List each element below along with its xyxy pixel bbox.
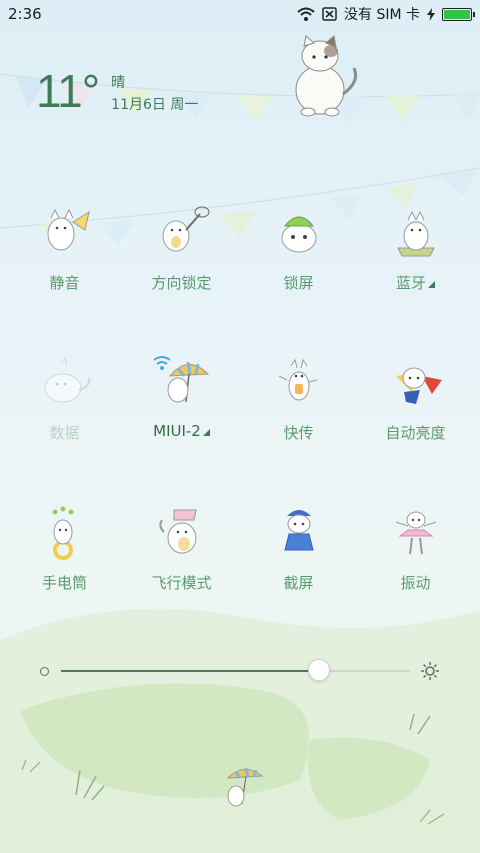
tile-mute[interactable]: 静音: [6, 196, 123, 316]
battery-icon: [442, 7, 475, 21]
weather-date: 11月6日 周一: [111, 97, 199, 113]
tile-flashlight[interactable]: 手电筒: [6, 496, 123, 616]
sun-icon: [421, 662, 439, 680]
tile-data[interactable]: 数据: [6, 346, 123, 466]
battery-fill: [444, 9, 470, 19]
brightness-thumb[interactable]: [308, 659, 331, 681]
cat-ballerina-icon: [395, 511, 436, 555]
tile-label: 手电筒: [41, 574, 87, 592]
tile-label: 振动: [400, 574, 431, 592]
cat-running-icon: [278, 358, 317, 401]
tile-label: 数据: [49, 424, 80, 442]
tile-auto-brightness[interactable]: 自动亮度: [357, 346, 474, 466]
status-bar: 2:36 没有 SIM 卡: [0, 0, 480, 28]
brightness-low-icon: [40, 666, 49, 676]
cat-blue-hat-icon: [283, 510, 314, 551]
tile-lock-screen[interactable]: 锁屏: [240, 196, 357, 316]
cat-flag-icon: [158, 509, 197, 554]
cat-umbrella-icon: [152, 356, 209, 403]
cat-superhero-icon: [395, 367, 442, 404]
cat-megaphone-icon: [47, 208, 90, 251]
meadow-background: [0, 608, 480, 853]
tile-label: 蓝牙: [396, 272, 435, 293]
brightness-slider[interactable]: [40, 659, 440, 682]
tile-wifi[interactable]: MIUI-2: [123, 346, 240, 466]
tile-label: 锁屏: [283, 274, 314, 292]
cat-ring-icon: [52, 506, 73, 560]
tile-screenshot[interactable]: 截屏: [240, 496, 357, 616]
tile-label: 方向锁定: [151, 274, 212, 292]
status-time: 2:36: [8, 5, 42, 23]
carrier-text: 没有 SIM 卡: [344, 7, 420, 23]
temperature: 11°: [36, 65, 100, 117]
tile-vibrate[interactable]: 振动: [357, 496, 474, 616]
tile-label: 静音: [49, 274, 80, 292]
cat-mascot-icon: [295, 35, 358, 117]
charging-bolt-icon: [427, 7, 435, 21]
weather-condition: 晴: [111, 75, 126, 91]
cat-umbrella-small-icon: [226, 767, 264, 807]
tile-label: 飞行模式: [151, 574, 212, 592]
expand-corner-icon: [202, 429, 210, 436]
wifi-icon: [297, 7, 315, 21]
cat-cap-icon: [281, 216, 316, 253]
cat-net-icon: [162, 206, 209, 252]
tile-airplane-mode[interactable]: 飞行模式: [123, 496, 240, 616]
tile-rotation-lock[interactable]: 方向锁定: [123, 196, 240, 316]
expand-corner-icon: [428, 281, 435, 288]
brightness-fill: [61, 670, 320, 672]
quick-settings-grid: 静音 方向锁定 锁屏 蓝牙 数据 MIUI-2 快传 自动亮度 手电筒 飞行模式…: [6, 196, 474, 646]
tile-quick-share[interactable]: 快传: [240, 346, 357, 466]
brightness-track[interactable]: [61, 659, 410, 681]
tile-label: 快传: [283, 424, 314, 442]
status-icons: 没有 SIM 卡: [297, 4, 475, 24]
tile-label: 自动亮度: [385, 424, 446, 442]
tile-label: MIUI-2: [153, 422, 210, 440]
weather-widget[interactable]: 11° 晴 11月6日 周一: [36, 66, 198, 116]
sim-blocked-icon: [322, 7, 337, 21]
cat-sitting-icon: [396, 210, 435, 257]
tile-label: 截屏: [283, 574, 314, 592]
cat-lying-icon: [44, 356, 90, 403]
tile-bluetooth[interactable]: 蓝牙: [357, 196, 474, 316]
